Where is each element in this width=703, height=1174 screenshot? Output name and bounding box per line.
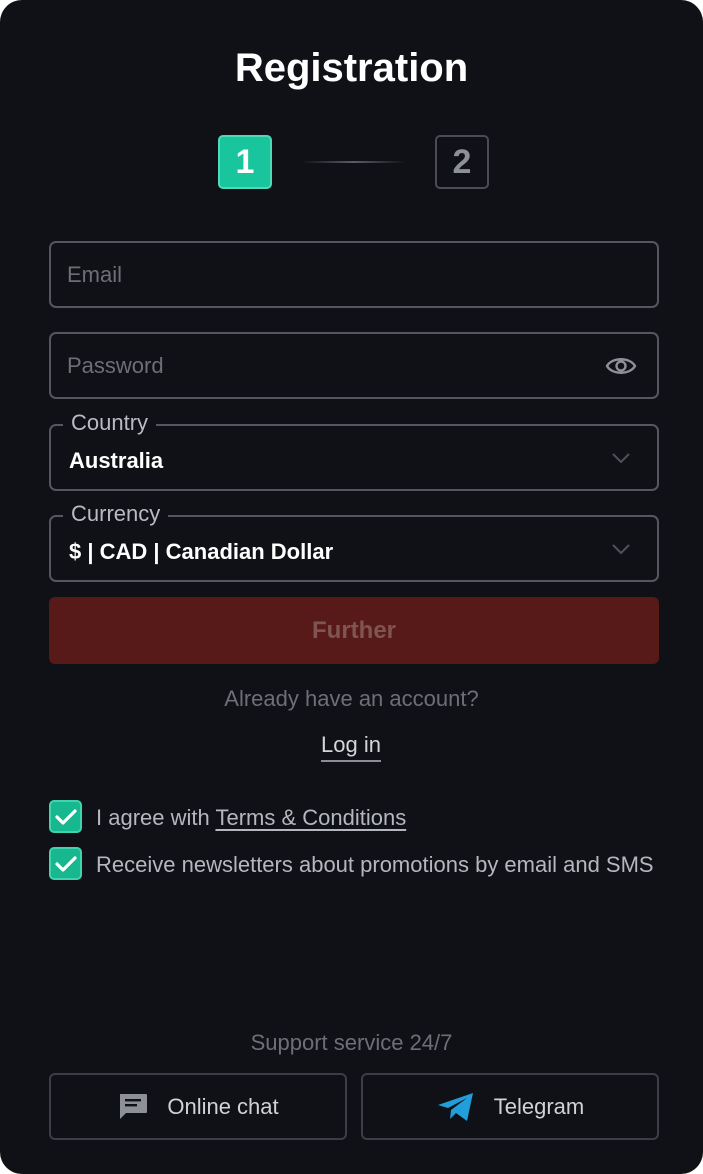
country-label: Country: [63, 409, 157, 437]
support-title: Support service 24/7: [250, 1030, 453, 1055]
chevron-down-icon: [612, 544, 630, 555]
currency-label: Currency: [63, 500, 169, 528]
online-chat-button[interactable]: Online chat: [49, 1073, 347, 1140]
check-icon: [54, 855, 77, 872]
email-input[interactable]: [67, 243, 587, 306]
terms-checkbox[interactable]: [49, 800, 82, 833]
country-value: Australia: [69, 448, 164, 473]
currency-value: $ | CAD | Canadian Dollar: [69, 539, 334, 564]
password-field[interactable]: [49, 332, 659, 399]
eye-icon[interactable]: [605, 354, 637, 378]
already-account-text: Already have an account?: [224, 686, 479, 711]
password-input[interactable]: [67, 334, 587, 397]
chat-icon: [120, 1093, 148, 1119]
online-chat-label: Online chat: [167, 1093, 279, 1119]
telegram-button[interactable]: Telegram: [361, 1073, 659, 1140]
email-field[interactable]: [49, 241, 659, 308]
step-2-indicator: 2: [435, 135, 489, 189]
telegram-label: Telegram: [493, 1093, 585, 1119]
registration-card: Registration 1 2 Country Australia Curre…: [0, 0, 703, 1174]
check-icon: [54, 808, 77, 825]
page-title: Registration: [234, 46, 469, 90]
newsletter-text: Receive newsletters about promotions by …: [96, 852, 654, 877]
terms-prefix: I agree with: [96, 805, 216, 830]
chevron-down-icon: [612, 453, 630, 464]
login-link[interactable]: Log in: [321, 732, 381, 762]
step-connector: [302, 161, 406, 163]
newsletter-checkbox[interactable]: [49, 847, 82, 880]
terms-text: I agree with Terms & Conditions: [96, 803, 666, 833]
further-button[interactable]: Further: [49, 597, 659, 664]
terms-link[interactable]: Terms & Conditions: [215, 805, 406, 830]
step-1-indicator: 1: [218, 135, 272, 189]
currency-select[interactable]: Currency $ | CAD | Canadian Dollar: [49, 500, 659, 582]
country-select[interactable]: Country Australia: [49, 409, 659, 491]
telegram-icon: [437, 1092, 473, 1121]
